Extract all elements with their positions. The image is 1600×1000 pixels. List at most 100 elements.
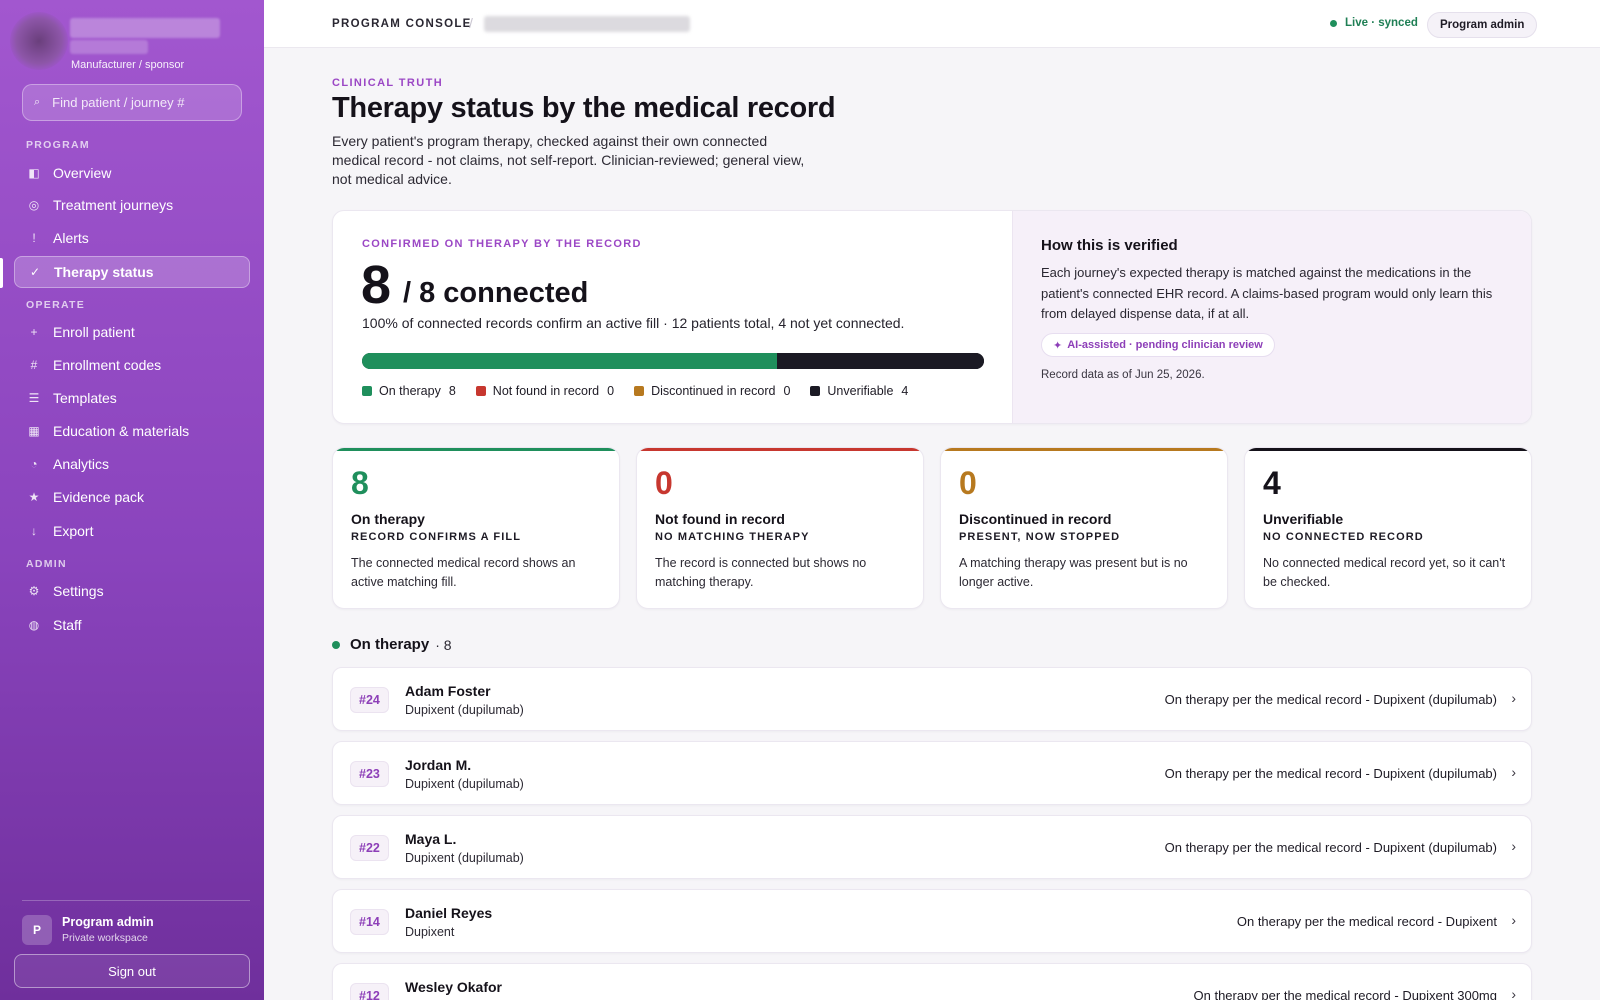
organization-type: Manufacturer / sponsor bbox=[71, 59, 185, 71]
organization-logo bbox=[10, 12, 68, 70]
stat-number: 0 bbox=[959, 465, 977, 501]
journey-id-badge: #23 bbox=[350, 761, 389, 787]
page-title: Therapy status by the medical record bbox=[332, 92, 836, 124]
stat-subtitle: RECORD CONFIRMS A FILL bbox=[351, 531, 522, 543]
connected-total: / 8 connected bbox=[403, 277, 589, 309]
sidebar-item-label: Alerts bbox=[53, 230, 89, 246]
sync-status: Live · synced bbox=[1330, 17, 1418, 29]
patient-row[interactable]: #23 Jordan M. Dupixent (dupilumab) On th… bbox=[332, 741, 1532, 805]
sidebar-item-label: Templates bbox=[53, 390, 117, 406]
search-input[interactable] bbox=[52, 95, 223, 110]
sign-out-button[interactable]: Sign out bbox=[14, 954, 250, 988]
journey-id-badge: #24 bbox=[350, 687, 389, 713]
stat-card-not-found[interactable]: 0 Not found in record NO MATCHING THERAP… bbox=[636, 447, 924, 609]
therapy-status-text: On therapy per the medical record - Dupi… bbox=[1193, 988, 1498, 1000]
chevron-right-icon: › bbox=[1511, 986, 1516, 1000]
legend-count: 0 bbox=[783, 384, 791, 398]
patient-row[interactable]: #12 Wesley Okafor On therapy per the med… bbox=[332, 963, 1532, 1000]
journey-id-badge: #12 bbox=[350, 983, 389, 1000]
patient-row[interactable]: #14 Daniel Reyes Dupixent On therapy per… bbox=[332, 889, 1532, 953]
chevron-right-icon: › bbox=[1511, 764, 1516, 780]
sidebar-item-settings[interactable]: ⚙ Settings bbox=[14, 575, 250, 607]
sidebar-item-label: Enroll patient bbox=[53, 324, 135, 340]
stat-accent bbox=[333, 448, 619, 451]
status-dot-icon bbox=[1330, 19, 1337, 27]
sidebar-item-analytics[interactable]: ◔ Analytics bbox=[14, 448, 250, 480]
sidebar-item-therapy-status[interactable]: ✓ Therapy status bbox=[14, 256, 250, 288]
summary-metrics: CONFIRMED ON THERAPY BY THE RECORD 8 / 8… bbox=[333, 211, 1012, 423]
legend-label: Unverifiable bbox=[827, 384, 894, 398]
sidebar-item-treatment-journeys[interactable]: ◎ Treatment journeys bbox=[14, 189, 250, 221]
target-icon: ◎ bbox=[28, 198, 40, 212]
patient-therapy: Dupixent (dupilumab) bbox=[405, 777, 524, 791]
sidebar-item-evidence-pack[interactable]: ★ Evidence pack bbox=[14, 481, 250, 513]
sidebar-item-label: Education & materials bbox=[53, 423, 190, 439]
breadcrumb-program-redacted bbox=[484, 16, 690, 32]
patient-therapy: Dupixent (dupilumab) bbox=[405, 851, 524, 865]
sidebar-item-overview[interactable]: ◧ Overview bbox=[14, 157, 250, 189]
sidebar: Manufacturer / sponsor ⌕ PROGRAM ◧ Overv… bbox=[0, 0, 264, 1000]
patient-name: Wesley Okafor bbox=[405, 979, 503, 995]
patient-name: Maya L. bbox=[405, 831, 457, 847]
record-date: Record data as of Jun 25, 2026. bbox=[1041, 369, 1205, 381]
sidebar-item-education-materials[interactable]: ▦ Education & materials bbox=[14, 415, 250, 447]
breadcrumb[interactable]: PROGRAM CONSOLE bbox=[332, 18, 472, 30]
status-legend: On therapy 8 Not found in record 0 Disco… bbox=[362, 384, 928, 398]
stat-card-unverifiable[interactable]: 4 Unverifiable NO CONNECTED RECORD No co… bbox=[1244, 447, 1532, 609]
journey-id-badge: #22 bbox=[350, 835, 389, 861]
legend-count: 8 bbox=[448, 384, 456, 398]
role-badge[interactable]: Program admin bbox=[1427, 12, 1538, 38]
stat-card-discontinued[interactable]: 0 Discontinued in record PRESENT, NOW ST… bbox=[940, 447, 1228, 609]
sidebar-item-export[interactable]: ↓ Export bbox=[14, 515, 250, 547]
sidebar-divider bbox=[22, 900, 250, 901]
sidebar-item-label: Evidence pack bbox=[53, 489, 145, 505]
sidebar-item-alerts[interactable]: ! Alerts bbox=[14, 222, 250, 254]
sidebar-item-label: Overview bbox=[53, 165, 112, 181]
ai-review-label: AI-assisted · pending clinician review bbox=[1067, 339, 1263, 351]
summary-line: 100% of connected records confirm an act… bbox=[362, 315, 905, 331]
sidebar-item-templates[interactable]: ☰ Templates bbox=[14, 382, 250, 414]
stat-accent bbox=[941, 448, 1227, 451]
pie-icon: ◔ bbox=[30, 457, 38, 471]
sidebar-item-enroll-patient[interactable]: + Enroll patient bbox=[14, 316, 250, 348]
star-icon: ★ bbox=[28, 490, 40, 504]
legend-count: 4 bbox=[901, 384, 909, 398]
sidebar-item-label: Treatment journeys bbox=[53, 197, 174, 213]
check-icon: ✓ bbox=[29, 265, 41, 279]
patient-therapy: Dupixent (dupilumab) bbox=[405, 703, 524, 717]
patient-row[interactable]: #24 Adam Foster Dupixent (dupilumab) On … bbox=[332, 667, 1532, 731]
stat-description: The connected medical record shows an ac… bbox=[351, 556, 576, 589]
stat-number: 4 bbox=[1263, 465, 1281, 501]
patient-search[interactable]: ⌕ bbox=[22, 84, 242, 121]
confirmed-count: 8 bbox=[361, 255, 392, 315]
people-icon: ◍ bbox=[28, 618, 40, 632]
legend-item-not-found: Not found in record 0 bbox=[475, 384, 614, 398]
organization-detail-redacted bbox=[70, 40, 148, 54]
patient-row[interactable]: #22 Maya L. Dupixent (dupilumab) On ther… bbox=[332, 815, 1532, 879]
stat-description: A matching therapy was present but is no… bbox=[959, 556, 1188, 589]
group-header-on-therapy: On therapy · 8 bbox=[332, 636, 452, 653]
sidebar-item-label: Staff bbox=[53, 617, 82, 633]
sidebar-item-enrollment-codes[interactable]: # Enrollment codes bbox=[14, 349, 250, 381]
stat-accent bbox=[637, 448, 923, 451]
summary-eyebrow: CONFIRMED ON THERAPY BY THE RECORD bbox=[362, 238, 642, 250]
stat-description: The record is connected but shows no mat… bbox=[655, 556, 867, 589]
stat-card-on-therapy[interactable]: 8 On therapy RECORD CONFIRMS A FILL The … bbox=[332, 447, 620, 609]
stat-label: On therapy bbox=[351, 511, 425, 527]
summary-card: CONFIRMED ON THERAPY BY THE RECORD 8 / 8… bbox=[332, 210, 1532, 424]
page-eyebrow: CLINICAL TRUTH bbox=[332, 77, 444, 89]
breadcrumb-separator: / bbox=[469, 15, 473, 31]
stat-subtitle: NO MATCHING THERAPY bbox=[655, 531, 810, 543]
search-icon: ⌕ bbox=[34, 96, 41, 108]
arrow-down-icon: ↓ bbox=[31, 524, 37, 538]
verification-title: How this is verified bbox=[1041, 237, 1178, 254]
status-dot-icon bbox=[332, 640, 340, 649]
legend-item-discontinued: Discontinued in record 0 bbox=[634, 384, 790, 398]
chevron-right-icon: › bbox=[1511, 912, 1516, 928]
top-bar: PROGRAM CONSOLE / Live · synced Program … bbox=[264, 0, 1600, 48]
stat-subtitle: PRESENT, NOW STOPPED bbox=[959, 531, 1121, 543]
therapy-status-text: On therapy per the medical record - Dupi… bbox=[1236, 914, 1497, 929]
chevron-right-icon: › bbox=[1511, 690, 1516, 706]
sidebar-item-staff[interactable]: ◍ Staff bbox=[14, 609, 250, 641]
patient-name: Daniel Reyes bbox=[405, 905, 493, 921]
